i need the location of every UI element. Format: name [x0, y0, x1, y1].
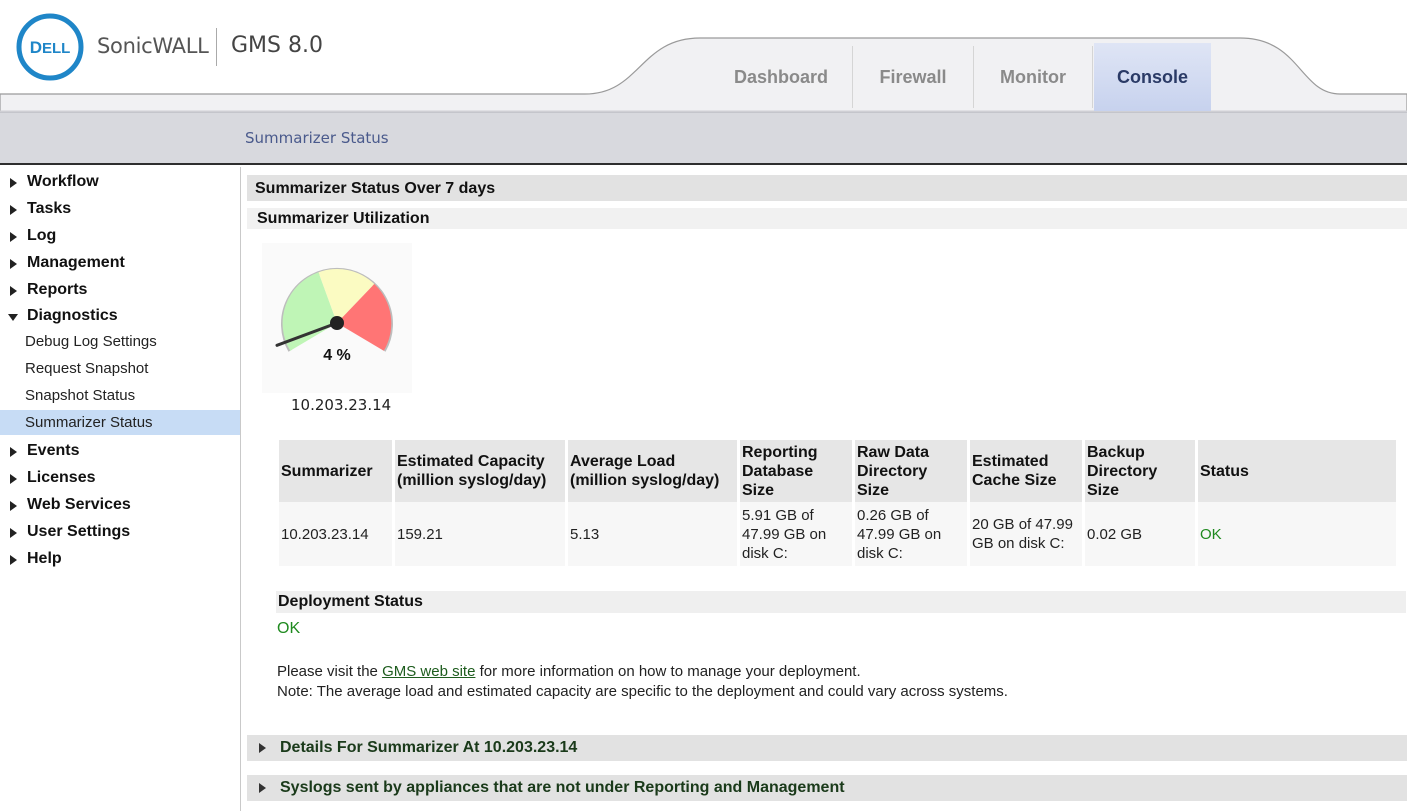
sidebar-item-management[interactable]: Management	[0, 251, 240, 277]
caret-right-icon	[10, 178, 17, 188]
cell-raw-size: 0.26 GB of 47.99 GB on disk C:	[855, 502, 967, 566]
caret-right-icon	[10, 286, 17, 296]
gauge-host-label: 10.203.23.14	[291, 396, 392, 414]
section-header: Summarizer Status Over 7 days	[247, 175, 1407, 201]
caret-right-icon	[10, 447, 17, 457]
sidebar-item-label: Workflow	[27, 173, 99, 190]
sidebar-item-label: Reports	[27, 281, 88, 298]
sidebar-item-label: Log	[27, 227, 57, 244]
tab-dashboard[interactable]: Dashboard	[712, 43, 850, 111]
unmanaged-syslogs-section-toggle[interactable]: Syslogs sent by appliances that are not …	[247, 775, 1407, 801]
deployment-note-text: Note: The average load and estimated cap…	[277, 683, 1008, 700]
unmanaged-syslogs-label: Syslogs sent by appliances that are not …	[280, 779, 845, 796]
details-section-label: Details For Summarizer At 10.203.23.14	[280, 739, 578, 756]
sidebar-item-events[interactable]: Events	[0, 439, 240, 465]
table-row: 10.203.23.14 159.21 5.13 5.91 GB of 47.99…	[279, 502, 1396, 566]
sidebar-item-licenses[interactable]: Licenses	[0, 466, 240, 492]
sidebar-subitem-debug-log-settings[interactable]: Debug Log Settings	[0, 329, 240, 354]
sidebar-subitem-label: Debug Log Settings	[25, 333, 157, 350]
main-content: Summarizer Status Over 7 days Summarizer…	[242, 167, 1407, 811]
col-reporting-db-size: Reporting Database Size	[740, 440, 852, 502]
sidebar-item-label: Tasks	[27, 200, 72, 217]
caret-right-icon	[10, 555, 17, 565]
sidebar-item-label: Help	[27, 550, 62, 567]
cell-cache-size: 20 GB of 47.99 GB on disk C:	[970, 502, 1082, 566]
sidebar-subitem-summarizer-status[interactable]: Summarizer Status	[0, 410, 240, 435]
details-section-toggle[interactable]: Details For Summarizer At 10.203.23.14	[247, 735, 1407, 761]
cell-status: OK	[1198, 502, 1396, 566]
cell-summarizer: 10.203.23.14	[279, 502, 392, 566]
cell-reporting-size: 5.91 GB of 47.99 GB on disk C:	[740, 502, 852, 566]
caret-right-icon	[10, 501, 17, 511]
tab-divider	[973, 46, 974, 108]
sidebar-subitem-snapshot-status[interactable]: Snapshot Status	[0, 383, 240, 408]
sidebar-item-tasks[interactable]: Tasks	[0, 197, 240, 223]
tab-console[interactable]: Console	[1094, 43, 1211, 111]
tab-divider	[852, 46, 853, 108]
sidebar-item-label: Events	[27, 442, 80, 459]
tab-monitor[interactable]: Monitor	[975, 43, 1091, 111]
table-header-row: Summarizer Estimated Capacity (million sy…	[279, 440, 1396, 502]
sidebar-item-help[interactable]: Help	[0, 547, 240, 573]
caret-right-icon	[259, 783, 266, 793]
deployment-status-header: Deployment Status	[276, 591, 1406, 613]
sidebar-subitem-label: Summarizer Status	[25, 414, 153, 431]
col-raw-data-size: Raw Data Directory Size	[855, 440, 967, 502]
col-status: Status	[1198, 440, 1396, 502]
col-backup-size: Backup Directory Size	[1085, 440, 1195, 502]
sidebar-item-user-settings[interactable]: User Settings	[0, 520, 240, 546]
caret-right-icon	[10, 205, 17, 215]
deployment-status-value: OK	[277, 620, 301, 637]
sidebar-item-label: User Settings	[27, 523, 131, 540]
caret-right-icon	[10, 232, 17, 242]
cell-backup-size: 0.02 GB	[1085, 502, 1195, 566]
cell-capacity: 159.21	[395, 502, 565, 566]
col-estimated-capacity: Estimated Capacity (million syslog/day)	[395, 440, 565, 502]
sidebar-item-workflow[interactable]: Workflow	[0, 170, 240, 196]
sidebar-subitem-label: Request Snapshot	[25, 360, 149, 377]
col-average-load: Average Load (million syslog/day)	[568, 440, 737, 502]
tab-divider	[1092, 46, 1093, 108]
sidebar-item-reports[interactable]: Reports	[0, 278, 240, 304]
caret-right-icon	[10, 528, 17, 538]
sidebar-item-label: Diagnostics	[27, 307, 118, 324]
sidebar-item-web-services[interactable]: Web Services	[0, 493, 240, 519]
col-summarizer: Summarizer	[279, 440, 392, 502]
utilization-gauge: 4 %	[262, 243, 412, 393]
sidebar-item-label: Licenses	[27, 469, 96, 486]
sidebar-item-log[interactable]: Log	[0, 224, 240, 250]
gauge-hub	[330, 316, 344, 330]
caret-right-icon	[10, 474, 17, 484]
summarizer-table: Summarizer Estimated Capacity (million sy…	[276, 440, 1399, 566]
sidebar-item-label: Management	[27, 254, 125, 271]
cell-load: 5.13	[568, 502, 737, 566]
caret-right-icon	[10, 259, 17, 269]
caret-down-icon	[8, 314, 18, 321]
col-cache-size: Estimated Cache Size	[970, 440, 1082, 502]
page-title: Summarizer Status	[245, 129, 389, 147]
gms-web-site-link[interactable]: GMS web site	[382, 663, 475, 680]
utilization-header: Summarizer Utilization	[247, 208, 1407, 229]
sidebar-subitem-label: Snapshot Status	[25, 387, 136, 404]
deployment-info-text: Please visit the GMS web site for more i…	[277, 663, 861, 680]
tab-firewall[interactable]: Firewall	[854, 43, 972, 111]
top-header: DELL SonicWALL GMS 8.0 Dashboard Firewal…	[0, 0, 1407, 114]
sidebar: Workflow Tasks Log Management Reports Di…	[0, 167, 241, 811]
sidebar-item-label: Web Services	[27, 496, 131, 513]
sub-header-bar: Summarizer Status	[0, 112, 1407, 165]
gauge-value-label: 4 %	[323, 347, 351, 364]
sidebar-subitem-request-snapshot[interactable]: Request Snapshot	[0, 356, 240, 381]
sidebar-item-diagnostics[interactable]: Diagnostics	[0, 304, 240, 330]
caret-right-icon	[259, 743, 266, 753]
